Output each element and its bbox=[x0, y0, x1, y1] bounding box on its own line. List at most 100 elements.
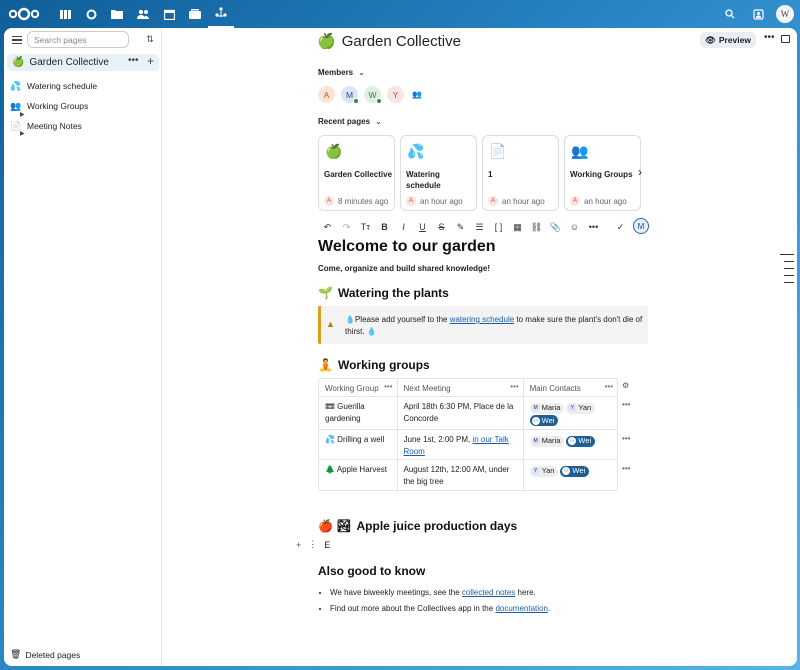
undo-button[interactable]: ↶ bbox=[318, 222, 337, 233]
member-avatar[interactable]: W bbox=[364, 86, 382, 104]
strikethrough-button[interactable]: S bbox=[432, 222, 451, 232]
contact-chip[interactable]: M Maria bbox=[529, 435, 565, 447]
contacts-menu-icon[interactable] bbox=[748, 4, 768, 24]
highlight-button[interactable]: ✎ bbox=[451, 222, 470, 233]
recent-pages-toggle[interactable]: Recent pages ⌄ bbox=[318, 117, 382, 126]
preview-button[interactable]: 👁 Preview bbox=[700, 32, 756, 48]
sidebar-panel-icon[interactable] bbox=[781, 35, 790, 43]
team-chip[interactable]: ⚇ Wei bbox=[566, 435, 596, 447]
menu-toggle-icon[interactable] bbox=[12, 33, 26, 47]
chevron-right-icon[interactable]: › bbox=[638, 165, 642, 179]
table-cell[interactable]: 💦 Drilling a well bbox=[319, 430, 398, 459]
page-more-button[interactable]: ••• bbox=[764, 32, 775, 43]
page-title-text[interactable]: Garden Collective bbox=[342, 33, 461, 50]
manage-members-icon[interactable]: 👥 bbox=[412, 90, 422, 99]
more-formatting-button[interactable]: ••• bbox=[584, 222, 603, 232]
column-header[interactable]: Next Meeting ••• bbox=[398, 379, 524, 396]
heading-also-good[interactable]: Also good to know bbox=[318, 564, 425, 578]
avatar: A bbox=[324, 196, 334, 206]
collectives-icon[interactable] bbox=[208, 0, 234, 28]
row-menu-icon[interactable]: ••• bbox=[622, 464, 630, 473]
page-emoji: 👥 bbox=[10, 100, 22, 111]
expand-caret-icon[interactable]: ▶ bbox=[20, 111, 25, 118]
doc-subtitle[interactable]: Come, organize and build shared knowledg… bbox=[318, 264, 490, 273]
table-cell[interactable]: April 18th 6:30 PM, Place de la Concorde bbox=[398, 397, 524, 429]
emoji-button[interactable]: ☺ bbox=[565, 222, 584, 232]
member-avatar[interactable]: A bbox=[318, 86, 335, 103]
table-button[interactable]: ▦ bbox=[508, 222, 527, 233]
table-cell[interactable]: 📼 Guerilla gardening bbox=[319, 397, 398, 429]
page-title-emoji[interactable]: 🍏 bbox=[317, 32, 336, 50]
sort-icon[interactable]: ⇅ bbox=[143, 32, 157, 46]
table-cell[interactable]: Y Yan ⚇ Wei bbox=[524, 460, 617, 490]
row-menu-icon[interactable]: ••• bbox=[622, 400, 630, 409]
calendar-icon[interactable] bbox=[156, 0, 182, 28]
recent-pages-label: Recent pages bbox=[318, 117, 371, 126]
search-app-icon[interactable] bbox=[78, 0, 104, 28]
team-chip[interactable]: ⚇ Wei bbox=[560, 465, 590, 477]
table-settings-icon[interactable]: ⚙ bbox=[622, 381, 629, 390]
sidebar-item-watering[interactable]: 💦 Watering schedule bbox=[10, 79, 97, 93]
sidebar-item-collective[interactable]: 🍏 Garden Collective ••• + bbox=[7, 54, 159, 71]
team-chip[interactable]: ⚇ Wei bbox=[529, 415, 559, 426]
heading-button[interactable]: Tт bbox=[356, 222, 375, 232]
contact-chip[interactable]: M Maria bbox=[529, 402, 565, 414]
underline-button[interactable]: U bbox=[413, 222, 432, 232]
nextcloud-logo[interactable] bbox=[8, 7, 40, 21]
editing-user-avatar[interactable]: M bbox=[633, 218, 649, 234]
recent-page-card[interactable]: 💦 Watering schedule Aan hour ago bbox=[400, 135, 477, 211]
documentation-link[interactable]: documentation bbox=[495, 604, 547, 613]
row-menu-icon[interactable]: ••• bbox=[622, 434, 630, 443]
recent-page-card[interactable]: 👥 Working Groups Aan hour ago bbox=[564, 135, 641, 211]
recent-page-card[interactable]: 🍏 Garden Collective A 8 minutes ago bbox=[318, 135, 395, 211]
column-header[interactable]: Main Contacts ••• bbox=[524, 379, 617, 396]
heading-working-groups[interactable]: 🧘 Working groups bbox=[318, 358, 430, 372]
contact-chip[interactable]: Y Yan bbox=[566, 402, 596, 414]
list-item[interactable]: We have biweekly meetings, see the colle… bbox=[330, 585, 550, 601]
deleted-pages-label: Deleted pages bbox=[25, 649, 81, 660]
italic-button[interactable]: I bbox=[394, 222, 413, 232]
add-page-button[interactable]: + bbox=[147, 54, 154, 68]
list-button[interactable]: ☰ bbox=[470, 222, 489, 233]
collected-notes-link[interactable]: collected notes bbox=[462, 588, 515, 597]
table-cell[interactable]: August 12th, 12:00 AM, under the big tre… bbox=[398, 460, 524, 490]
code-button[interactable]: [ ] bbox=[489, 222, 508, 232]
link-button[interactable]: ⛓ bbox=[527, 222, 546, 233]
warning-callout[interactable]: ▲ 💧Please add yourself to the watering s… bbox=[318, 306, 648, 344]
editing-text[interactable]: E bbox=[324, 540, 330, 550]
collective-more-button[interactable]: ••• bbox=[128, 55, 139, 66]
table-cell[interactable]: M Maria ⚇ Wei bbox=[524, 430, 617, 459]
contact-chip[interactable]: Y Yan bbox=[529, 465, 559, 477]
members-toggle[interactable]: Members ⌄ bbox=[318, 68, 365, 77]
drag-handle-icon[interactable]: ⋮ bbox=[308, 539, 317, 550]
redo-button[interactable]: ↷ bbox=[337, 222, 356, 233]
dashboard-icon[interactable] bbox=[52, 0, 78, 28]
add-block-icon[interactable]: + bbox=[296, 540, 301, 550]
table-cell[interactable]: 🌲 Apple Harvest bbox=[319, 460, 398, 490]
doc-heading[interactable]: Welcome to our garden bbox=[318, 238, 496, 256]
attachment-button[interactable]: 📎 bbox=[546, 222, 565, 233]
search-icon[interactable] bbox=[720, 4, 740, 24]
column-menu-icon[interactable]: ••• bbox=[384, 382, 392, 391]
outline-rail[interactable] bbox=[780, 254, 794, 283]
user-avatar[interactable]: W bbox=[776, 5, 794, 23]
table-cell[interactable]: June 1st, 2:00 PM, in our Talk Room bbox=[398, 430, 524, 459]
table-cell[interactable]: M Maria Y Yan ⚇ Wei bbox=[524, 397, 617, 429]
files-icon[interactable] bbox=[104, 0, 130, 28]
deleted-pages-link[interactable]: 🗑 Deleted pages bbox=[10, 649, 80, 660]
column-menu-icon[interactable]: ••• bbox=[510, 382, 518, 391]
watering-schedule-link[interactable]: watering schedule bbox=[450, 315, 514, 324]
contacts-icon[interactable] bbox=[130, 0, 156, 28]
column-menu-icon[interactable]: ••• bbox=[605, 382, 613, 391]
member-avatar[interactable]: Y bbox=[387, 86, 404, 103]
heading-watering[interactable]: 🌱 Watering the plants bbox=[318, 286, 449, 300]
member-avatar[interactable]: M bbox=[341, 86, 359, 104]
expand-caret-icon[interactable]: ▶ bbox=[20, 130, 25, 137]
search-pages-input[interactable]: Search pages bbox=[27, 31, 129, 48]
column-header[interactable]: Working Group ••• bbox=[319, 379, 398, 396]
recent-page-card[interactable]: 📄 1 Aan hour ago bbox=[482, 135, 559, 211]
deck-icon[interactable] bbox=[182, 0, 208, 28]
heading-apple-juice[interactable]: 🍎 🏞 Apple juice production days bbox=[318, 519, 517, 533]
bold-button[interactable]: B bbox=[375, 222, 394, 232]
list-item[interactable]: Find out more about the Collectives app … bbox=[330, 601, 550, 617]
